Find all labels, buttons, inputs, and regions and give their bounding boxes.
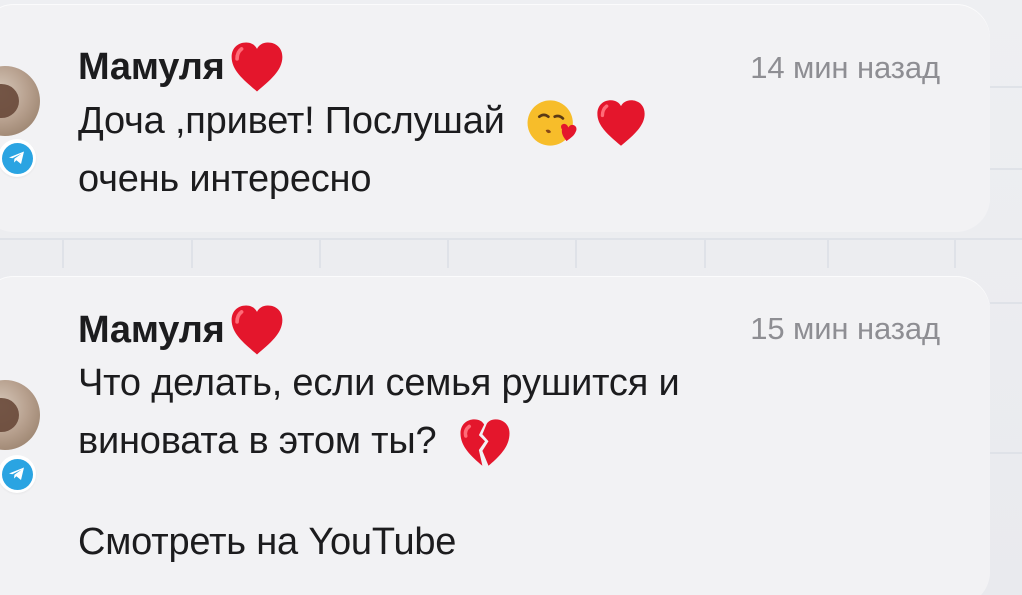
background-grid-tick <box>827 238 829 268</box>
background-grid-tick <box>990 86 1022 88</box>
background-grid-tick <box>990 302 1022 304</box>
notification-time: 15 мин назад <box>750 311 940 346</box>
background-divider <box>0 238 1022 240</box>
message-text: Что делать, если семья рушится и виноват… <box>78 354 680 470</box>
sender-name: Мамуля <box>78 40 286 94</box>
notification-screen: Мамуля 14 мин назад Доча ,привет! Послуш… <box>0 0 1022 595</box>
message-line-1: Доча ,привет! Послушай <box>78 92 648 150</box>
message-line-1: Что делать, если семья рушится и <box>78 362 680 404</box>
telegram-icon <box>1 142 33 174</box>
broken-heart-icon <box>460 419 510 466</box>
sender-name: Мамуля <box>78 303 286 357</box>
background-grid-tick <box>704 238 706 268</box>
red-heart-icon <box>597 100 646 146</box>
notification-time: 14 мин назад <box>750 50 940 85</box>
background-grid-tick <box>319 238 321 268</box>
background-grid-tick <box>575 238 577 268</box>
background-grid-tick <box>990 168 1022 170</box>
telegram-icon <box>1 458 33 490</box>
background-grid-tick <box>191 238 193 268</box>
message-line-2: очень интересно <box>78 158 372 200</box>
message-text: Доча ,привет! Послушай очень интересно <box>78 92 648 208</box>
sender-name-text: Мамуля <box>78 309 225 351</box>
message-line-2: виновата в этом ты? <box>78 412 679 470</box>
background-grid-tick <box>990 452 1022 454</box>
red-heart-icon <box>231 42 282 92</box>
sender-name-text: Мамуля <box>78 46 225 88</box>
background-grid-tick <box>62 238 64 268</box>
youtube-link[interactable]: Смотреть на YouTube <box>78 513 456 571</box>
background-grid-tick <box>447 238 449 268</box>
kissing-face-icon <box>527 100 577 146</box>
background-grid-tick <box>954 238 956 268</box>
red-heart-icon <box>231 305 282 355</box>
